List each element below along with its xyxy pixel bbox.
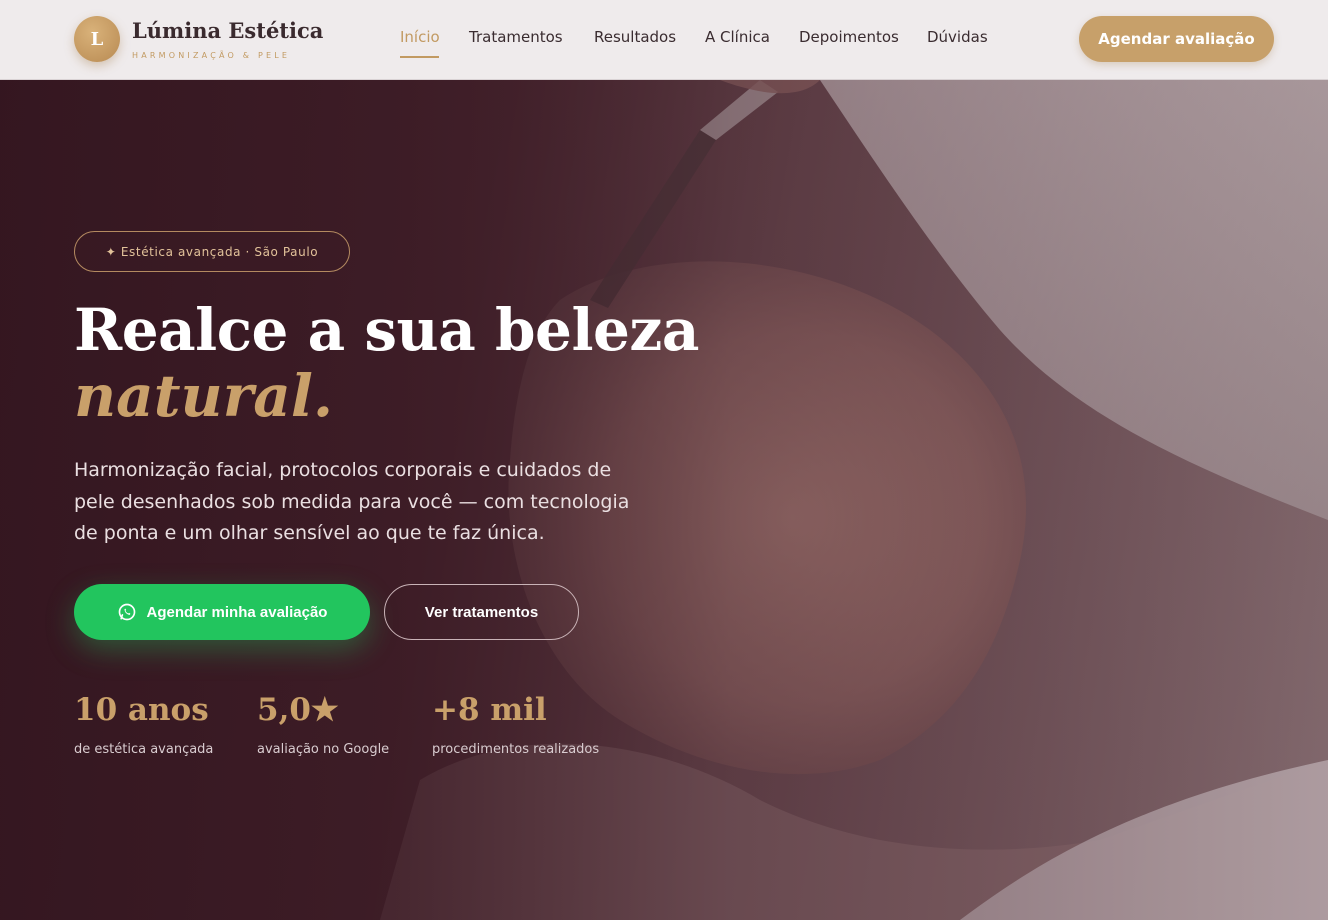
site-header: L Lúmina Estética HARMONIZAÇÃO & PELE In… — [0, 0, 1328, 80]
stat-procedures-label: procedimentos realizados — [432, 742, 600, 757]
hero-headline-accent: natural. — [74, 362, 334, 430]
whatsapp-schedule-button-label: Agendar minha avaliação — [146, 603, 328, 621]
nav-active-indicator — [400, 56, 439, 58]
brand-name[interactable]: Lúmina Estética — [132, 18, 323, 43]
whatsapp-schedule-button[interactable]: Agendar minha avaliação — [74, 584, 370, 640]
hero-headline: Realce a sua beleza — [74, 296, 699, 364]
stat-years-value: 10 anos — [74, 692, 209, 728]
location-badge: ✦ Estética avançada · São Paulo — [74, 231, 350, 272]
logo-icon[interactable]: L — [74, 16, 120, 62]
nav-item-resultados[interactable]: Resultados — [594, 28, 676, 46]
nav-item-tratamentos[interactable]: Tratamentos — [469, 28, 563, 46]
stat-rating-value: 5,0★ — [257, 692, 339, 728]
stat-years-label: de estética avançada — [74, 742, 214, 757]
stat-procedures-value: +8 mil — [432, 692, 547, 728]
whatsapp-icon — [118, 603, 135, 621]
nav-item-duvidas[interactable]: Dúvidas — [927, 28, 988, 46]
nav-item-inicio[interactable]: Início — [400, 28, 440, 46]
stat-rating-label: avaliação no Google — [257, 742, 390, 757]
schedule-evaluation-button[interactable]: Agendar avaliação — [1079, 16, 1274, 62]
nav-item-a-clinica[interactable]: A Clínica — [705, 28, 770, 46]
nav-item-depoimentos[interactable]: Depoimentos — [799, 28, 899, 46]
brand-tagline: HARMONIZAÇÃO & PELE — [132, 51, 291, 60]
view-treatments-button[interactable]: Ver tratamentos — [384, 584, 579, 640]
hero-subtitle: Harmonização facial, protocolos corporai… — [74, 459, 630, 544]
